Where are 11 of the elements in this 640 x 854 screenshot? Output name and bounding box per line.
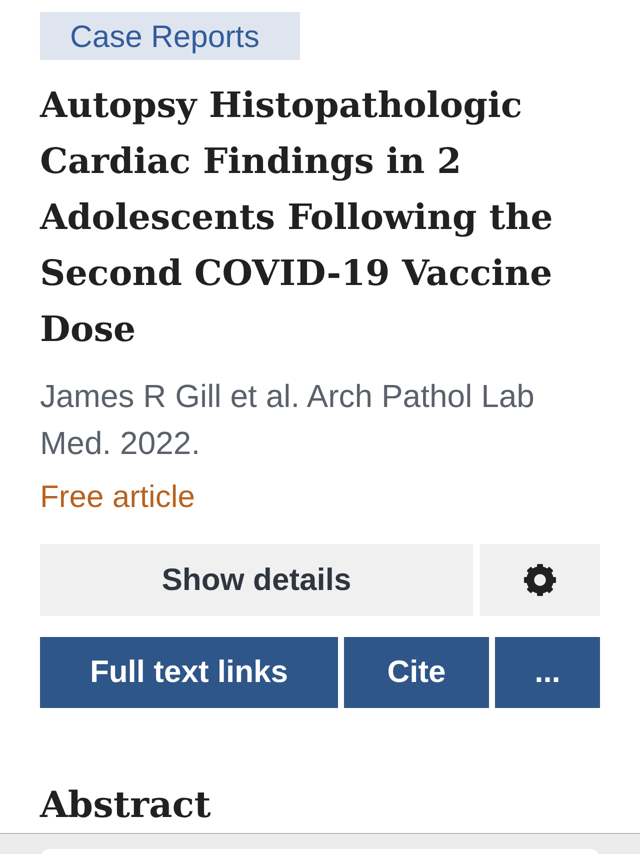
publication-type-tag: Case Reports <box>40 12 300 60</box>
settings-icon <box>524 564 556 596</box>
article-title: Autopsy Histopathologic Cardiac Findings in 2 Adolescents Following the Second COVID-19 Vaccine Dose <box>40 84 554 352</box>
cite-button[interactable]: Cite <box>344 637 489 708</box>
free-article-label: Free article <box>40 478 196 516</box>
more-button[interactable]: ... <box>495 637 600 708</box>
full-text-links-button[interactable]: Full text links <box>40 637 338 708</box>
abstract-heading: Abstract <box>40 783 211 828</box>
show-details-button[interactable]: Show details <box>40 544 473 616</box>
citation-text: James R Gill et al. Arch Pathol Lab Med. 2022. <box>40 377 536 463</box>
settings-button[interactable] <box>480 544 600 616</box>
